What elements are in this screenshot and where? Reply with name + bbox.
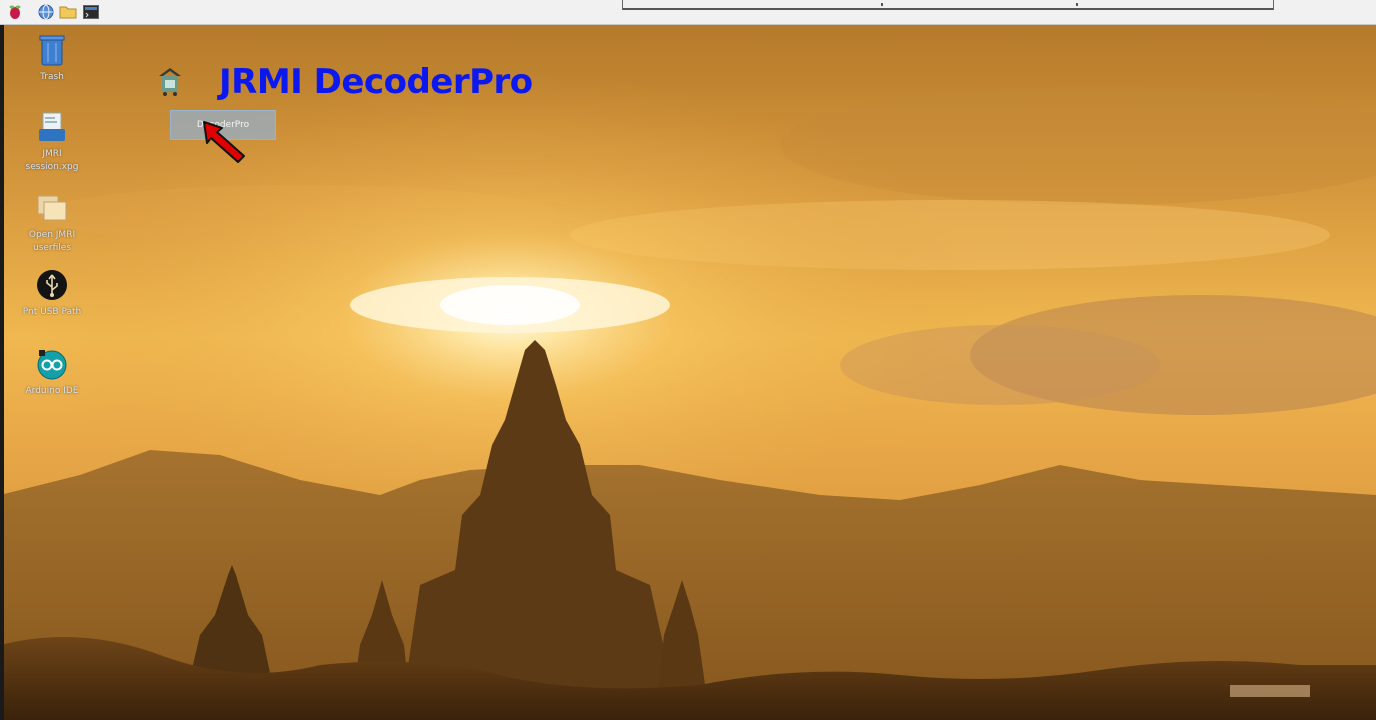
desktop-icon-label: Open JMRI userfiles [28, 230, 76, 253]
trash-icon [35, 33, 69, 67]
document-icon [35, 110, 69, 144]
strip-tick [1076, 3, 1078, 6]
desktop-icon-session-file[interactable]: JMRI session.xpg [12, 110, 92, 174]
folder-icon [35, 191, 69, 225]
desktop-icon-label: Pnt USB Path [22, 307, 82, 317]
web-browser-icon[interactable] [37, 3, 55, 21]
desktop-icon-trash[interactable]: Trash [12, 33, 92, 84]
usb-icon [35, 268, 69, 302]
desktop-icon-label: JMRI session.xpg [25, 149, 79, 172]
annotation-arrow-icon [203, 121, 245, 163]
strip-tick [881, 3, 883, 6]
taskbar-window-strip [622, 0, 1274, 10]
terminal-icon[interactable] [82, 3, 100, 21]
raspberry-menu-icon[interactable] [6, 3, 24, 21]
annotation-title: JRMI DecoderPro [219, 62, 533, 102]
desktop-icon-usb-path[interactable]: Pnt USB Path [12, 268, 92, 319]
desktop-icon-arduino-ide[interactable]: Arduino IDE [12, 347, 92, 398]
decoderpro-icon [153, 64, 187, 98]
desktop-icon-label: Arduino IDE [25, 386, 79, 396]
desktop-screen: Trash JMRI session.xpg Open JMRI userfil… [0, 0, 1376, 720]
file-manager-icon[interactable] [59, 3, 77, 21]
taskbar [0, 0, 1376, 25]
arduino-icon [35, 347, 69, 381]
desktop-icon-decoderpro[interactable] [130, 64, 210, 98]
screen-left-edge [0, 25, 4, 720]
desktop-icon-jmri-userfiles[interactable]: Open JMRI userfiles [12, 191, 92, 255]
desktop-icon-label: Trash [40, 72, 64, 82]
